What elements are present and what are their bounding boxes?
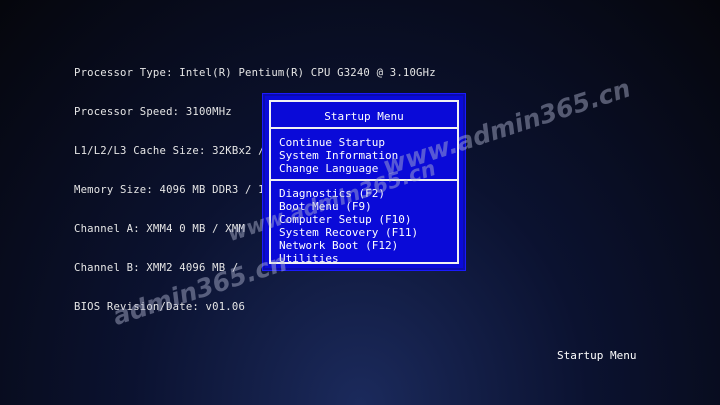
menu-item-utilities[interactable]: Utilities [279, 252, 418, 265]
startup-menu-title: Startup Menu [324, 110, 404, 123]
menu-item-system-information[interactable]: System Information [279, 149, 398, 162]
menu-divider [271, 127, 457, 129]
menu-item-system-recovery[interactable]: System Recovery (F11) [279, 226, 418, 239]
processor-type-line: Processor Type: Intel(R) Pentium(R) CPU … [74, 67, 436, 79]
menu-item-continue-startup[interactable]: Continue Startup [279, 136, 398, 149]
startup-menu-frame: Startup Menu Continue Startup System Inf… [269, 100, 459, 265]
menu-item-boot-menu[interactable]: Boot Menu (F9) [279, 200, 418, 213]
menu-item-change-language[interactable]: Change Language [279, 162, 398, 175]
menu-group-primary: Continue Startup System Information Chan… [279, 136, 398, 175]
startup-menu-dialog: Startup Menu Continue Startup System Inf… [263, 94, 465, 270]
bios-revision-line: BIOS Revision/Date: v01.06 [74, 301, 246, 313]
startup-menu-footer-label: Startup Menu [557, 349, 637, 362]
menu-item-diagnostics[interactable]: Diagnostics (F2) [279, 187, 418, 200]
menu-item-network-boot[interactable]: Network Boot (F12) [279, 239, 418, 252]
menu-group-tools: Diagnostics (F2) Boot Menu (F9) Computer… [279, 187, 418, 265]
menu-item-computer-setup[interactable]: Computer Setup (F10) [279, 213, 418, 226]
menu-divider [271, 179, 457, 181]
